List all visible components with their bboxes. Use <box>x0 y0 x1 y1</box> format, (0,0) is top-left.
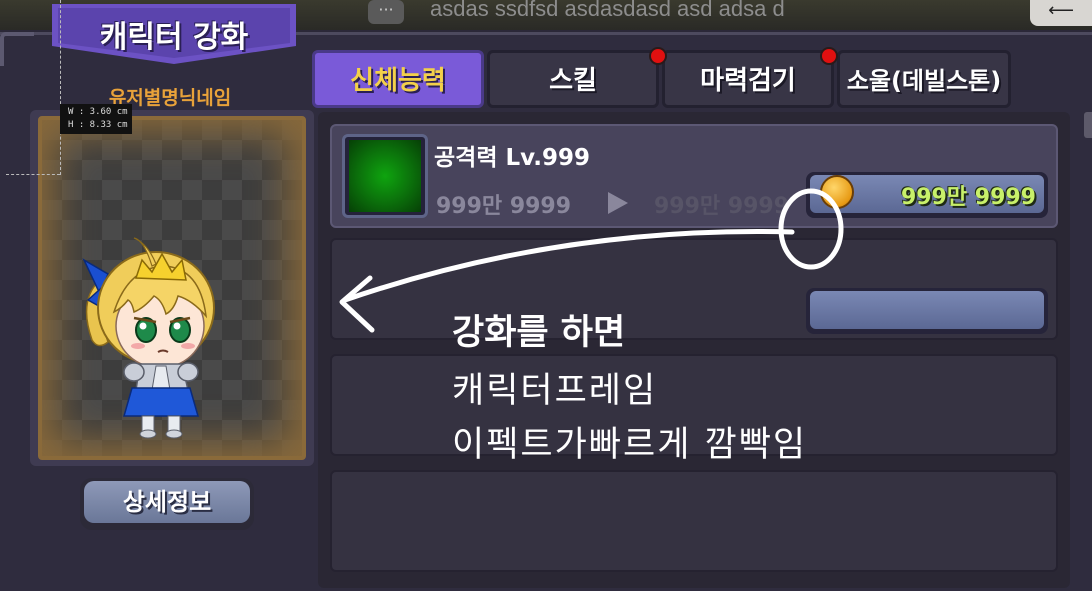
annotation-text-line3: 이펙트가빠르게 깜빡임 <box>452 425 808 465</box>
annotation-text-line2: 캐릭터프레임 <box>452 371 658 411</box>
annotation-text-line1: 강화를 하면 <box>452 313 626 353</box>
annotation-arrow <box>339 188 844 333</box>
